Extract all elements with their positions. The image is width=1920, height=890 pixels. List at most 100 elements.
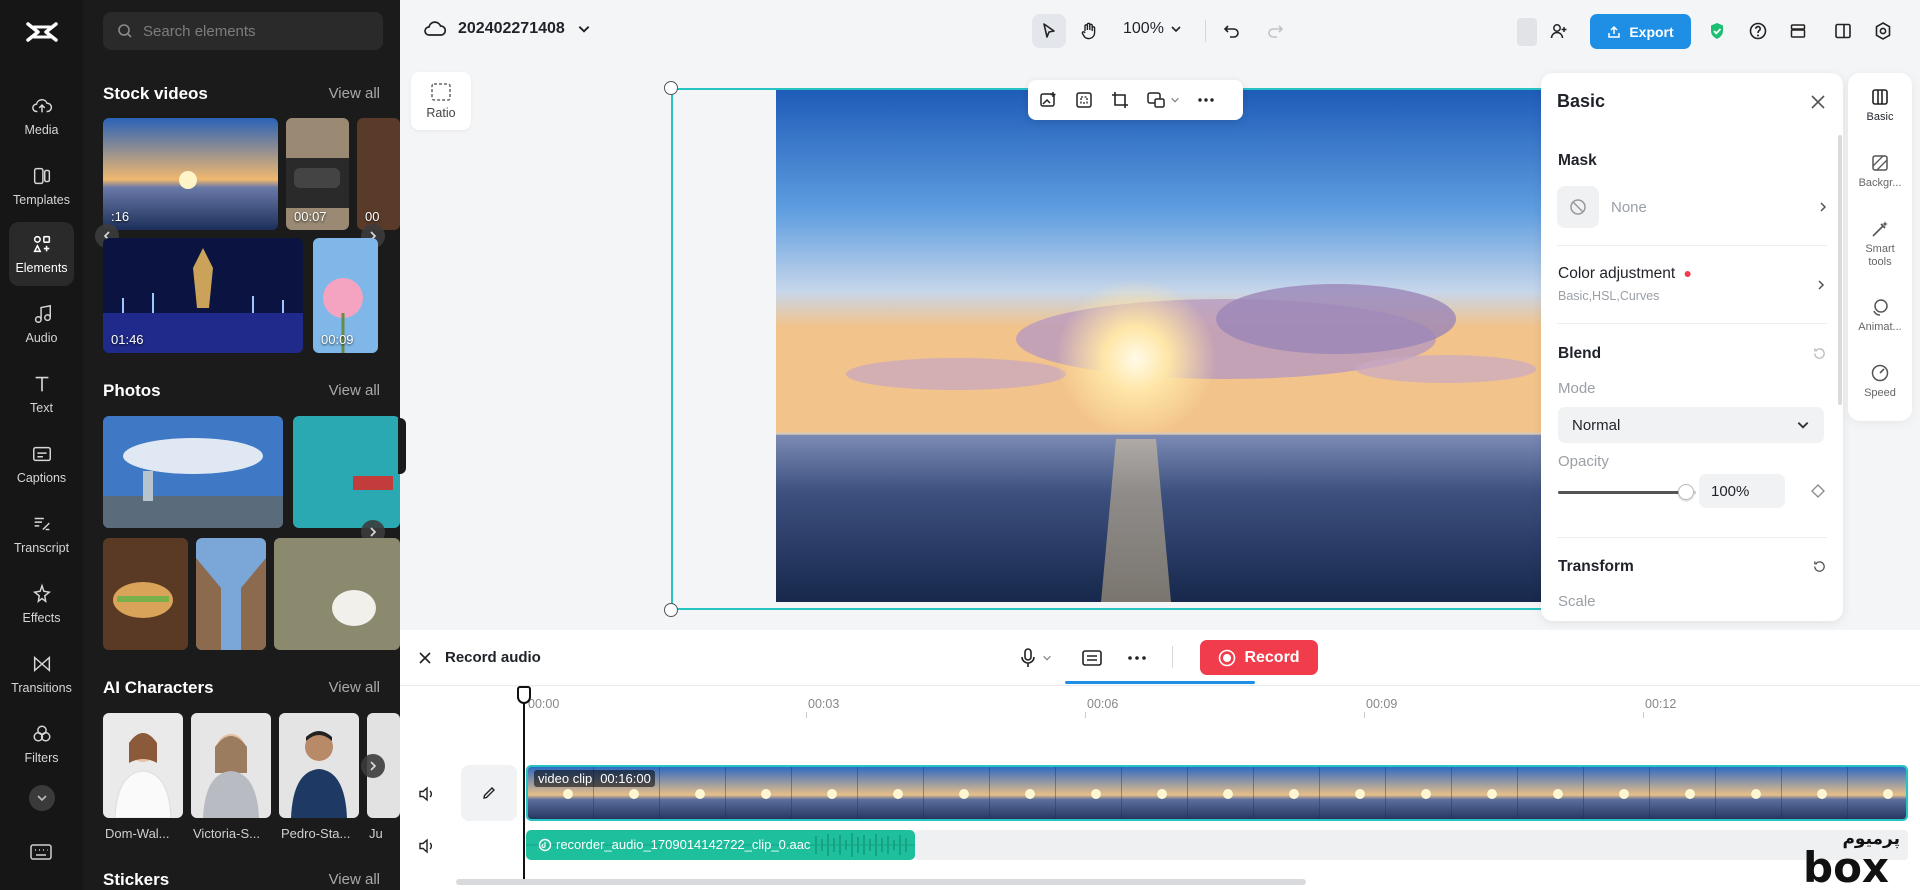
settings-button[interactable] bbox=[1866, 14, 1900, 48]
photo-thumb[interactable] bbox=[196, 538, 266, 650]
rail-item-effects[interactable]: Effects bbox=[9, 572, 74, 636]
replace-image-icon[interactable] bbox=[1038, 90, 1058, 110]
playhead-handle[interactable] bbox=[517, 686, 531, 704]
mask-selector[interactable]: None bbox=[1557, 185, 1829, 229]
collaborator-avatar[interactable] bbox=[1517, 18, 1537, 46]
reset-icon[interactable] bbox=[1812, 346, 1827, 361]
tab-background[interactable]: Backgr... bbox=[1848, 153, 1912, 190]
tab-speed[interactable]: Speed bbox=[1848, 363, 1912, 400]
undo-button[interactable] bbox=[1215, 14, 1249, 48]
stock-video-thumb[interactable]: :16 bbox=[103, 118, 278, 230]
resize-handle-top-left[interactable] bbox=[664, 81, 678, 95]
rail-item-transcript[interactable]: Transcript bbox=[9, 502, 74, 566]
rail-label: Templates bbox=[13, 193, 70, 207]
rail-item-filters[interactable]: Filters bbox=[9, 712, 74, 776]
blend-mode-select[interactable]: Normal bbox=[1558, 407, 1824, 443]
layout-button[interactable] bbox=[1826, 14, 1860, 48]
canvas-floating-toolbar bbox=[1028, 80, 1243, 120]
fit-icon[interactable] bbox=[1074, 90, 1094, 110]
redo-button[interactable] bbox=[1258, 14, 1292, 48]
video-clip-track[interactable]: video clip 00:16:00 bbox=[526, 765, 1908, 821]
stock-video-thumb[interactable]: 01:46 bbox=[103, 238, 303, 353]
microphone-select[interactable] bbox=[1018, 647, 1052, 669]
photos-view-all[interactable]: View all bbox=[329, 382, 380, 399]
opacity-slider-track[interactable] bbox=[1558, 491, 1686, 494]
stock-video-thumb[interactable]: 00:09 bbox=[313, 238, 378, 353]
crop-icon[interactable] bbox=[1110, 90, 1130, 110]
reset-icon[interactable] bbox=[1812, 559, 1827, 574]
panel-collapse-handle[interactable] bbox=[398, 418, 406, 474]
ai-character-card[interactable] bbox=[279, 713, 359, 818]
rail-label: Filters bbox=[24, 751, 59, 765]
chevron-down-icon[interactable] bbox=[1170, 95, 1180, 105]
export-button[interactable]: Export bbox=[1590, 14, 1691, 49]
record-button[interactable]: Record bbox=[1200, 640, 1318, 675]
tab-animation[interactable]: Animat... bbox=[1848, 297, 1912, 334]
audio-clip-track[interactable]: recorder_audio_1709014142722_clip_0.aac bbox=[526, 830, 915, 860]
stock-video-thumb[interactable]: 00:07 bbox=[286, 118, 349, 230]
rail-item-templates[interactable]: Templates bbox=[9, 154, 74, 218]
storage-button[interactable] bbox=[1781, 14, 1815, 48]
project-name-dropdown[interactable]: 202402271408 bbox=[424, 20, 591, 38]
canvas-selection-frame[interactable] bbox=[671, 88, 1589, 610]
ai-characters-next-button[interactable] bbox=[361, 754, 385, 778]
rail-item-transitions[interactable]: Transitions bbox=[9, 642, 74, 706]
chevron-right-icon[interactable] bbox=[1815, 279, 1827, 291]
tab-basic[interactable]: Basic bbox=[1848, 87, 1912, 124]
photo-thumb[interactable] bbox=[274, 538, 400, 650]
tab-label: Animat... bbox=[1858, 321, 1902, 333]
invite-button[interactable] bbox=[1542, 14, 1576, 48]
search-input[interactable] bbox=[143, 22, 363, 40]
stock-videos-view-all[interactable]: View all bbox=[329, 85, 380, 102]
more-icon[interactable] bbox=[1196, 90, 1216, 110]
rail-item-media[interactable]: Media bbox=[9, 84, 74, 148]
rail-item-text[interactable]: Text bbox=[9, 362, 74, 426]
properties-scrollbar[interactable] bbox=[1838, 135, 1842, 405]
ai-character-card[interactable] bbox=[103, 713, 183, 818]
transform-icon[interactable] bbox=[1146, 90, 1166, 110]
rail-item-audio[interactable]: Audio bbox=[9, 292, 74, 356]
close-icon[interactable] bbox=[1809, 93, 1827, 111]
opacity-input[interactable]: 100% bbox=[1699, 474, 1785, 508]
rail-more-button[interactable] bbox=[29, 785, 55, 811]
playhead[interactable] bbox=[523, 690, 525, 880]
transform-label: Transform bbox=[1558, 558, 1634, 575]
microphone-icon bbox=[1021, 648, 1035, 667]
search-box[interactable] bbox=[103, 12, 383, 50]
timeline-tick bbox=[1643, 712, 1644, 718]
video-duration: 00:07 bbox=[294, 209, 327, 224]
rail-item-elements[interactable]: Elements bbox=[9, 222, 74, 286]
more-icon[interactable] bbox=[1126, 650, 1148, 666]
elements-icon bbox=[32, 235, 50, 253]
photo-thumb[interactable] bbox=[103, 538, 188, 650]
timeline-scrollbar[interactable] bbox=[456, 879, 1306, 885]
help-button[interactable] bbox=[1741, 14, 1775, 48]
ratio-button[interactable]: Ratio bbox=[411, 72, 471, 130]
edit-track-button[interactable] bbox=[461, 765, 517, 821]
rail-item-captions[interactable]: Captions bbox=[9, 432, 74, 496]
stock-video-thumb[interactable]: 00 bbox=[357, 118, 400, 230]
photo-thumb[interactable] bbox=[293, 416, 400, 528]
color-adjustment-row[interactable]: Color adjustment ● bbox=[1558, 265, 1692, 283]
select-tool-button[interactable] bbox=[1032, 14, 1066, 48]
volume-icon[interactable] bbox=[418, 838, 436, 854]
stickers-view-all[interactable]: View all bbox=[329, 871, 380, 888]
resize-handle-bottom-left[interactable] bbox=[664, 603, 678, 617]
hand-tool-button[interactable] bbox=[1072, 14, 1106, 48]
capcut-logo[interactable] bbox=[24, 18, 60, 46]
security-button[interactable] bbox=[1700, 14, 1734, 48]
ai-characters-view-all[interactable]: View all bbox=[329, 679, 380, 696]
avatar-woman-gray-image bbox=[203, 734, 259, 818]
zoom-dropdown[interactable]: 100% bbox=[1123, 20, 1182, 38]
tab-smart-tools[interactable]: Smart tools bbox=[1848, 219, 1912, 268]
volume-icon[interactable] bbox=[418, 786, 436, 802]
stickers-title: Stickers bbox=[103, 870, 170, 889]
photo-thumb[interactable] bbox=[103, 416, 283, 528]
close-icon[interactable] bbox=[418, 651, 432, 665]
captions-icon[interactable] bbox=[1081, 648, 1103, 668]
ai-character-card[interactable] bbox=[191, 713, 271, 818]
keyframe-icon[interactable] bbox=[1811, 484, 1825, 498]
sunset-video-image bbox=[103, 118, 278, 230]
keyboard-icon[interactable] bbox=[29, 842, 53, 862]
opacity-slider-knob[interactable] bbox=[1678, 484, 1694, 500]
